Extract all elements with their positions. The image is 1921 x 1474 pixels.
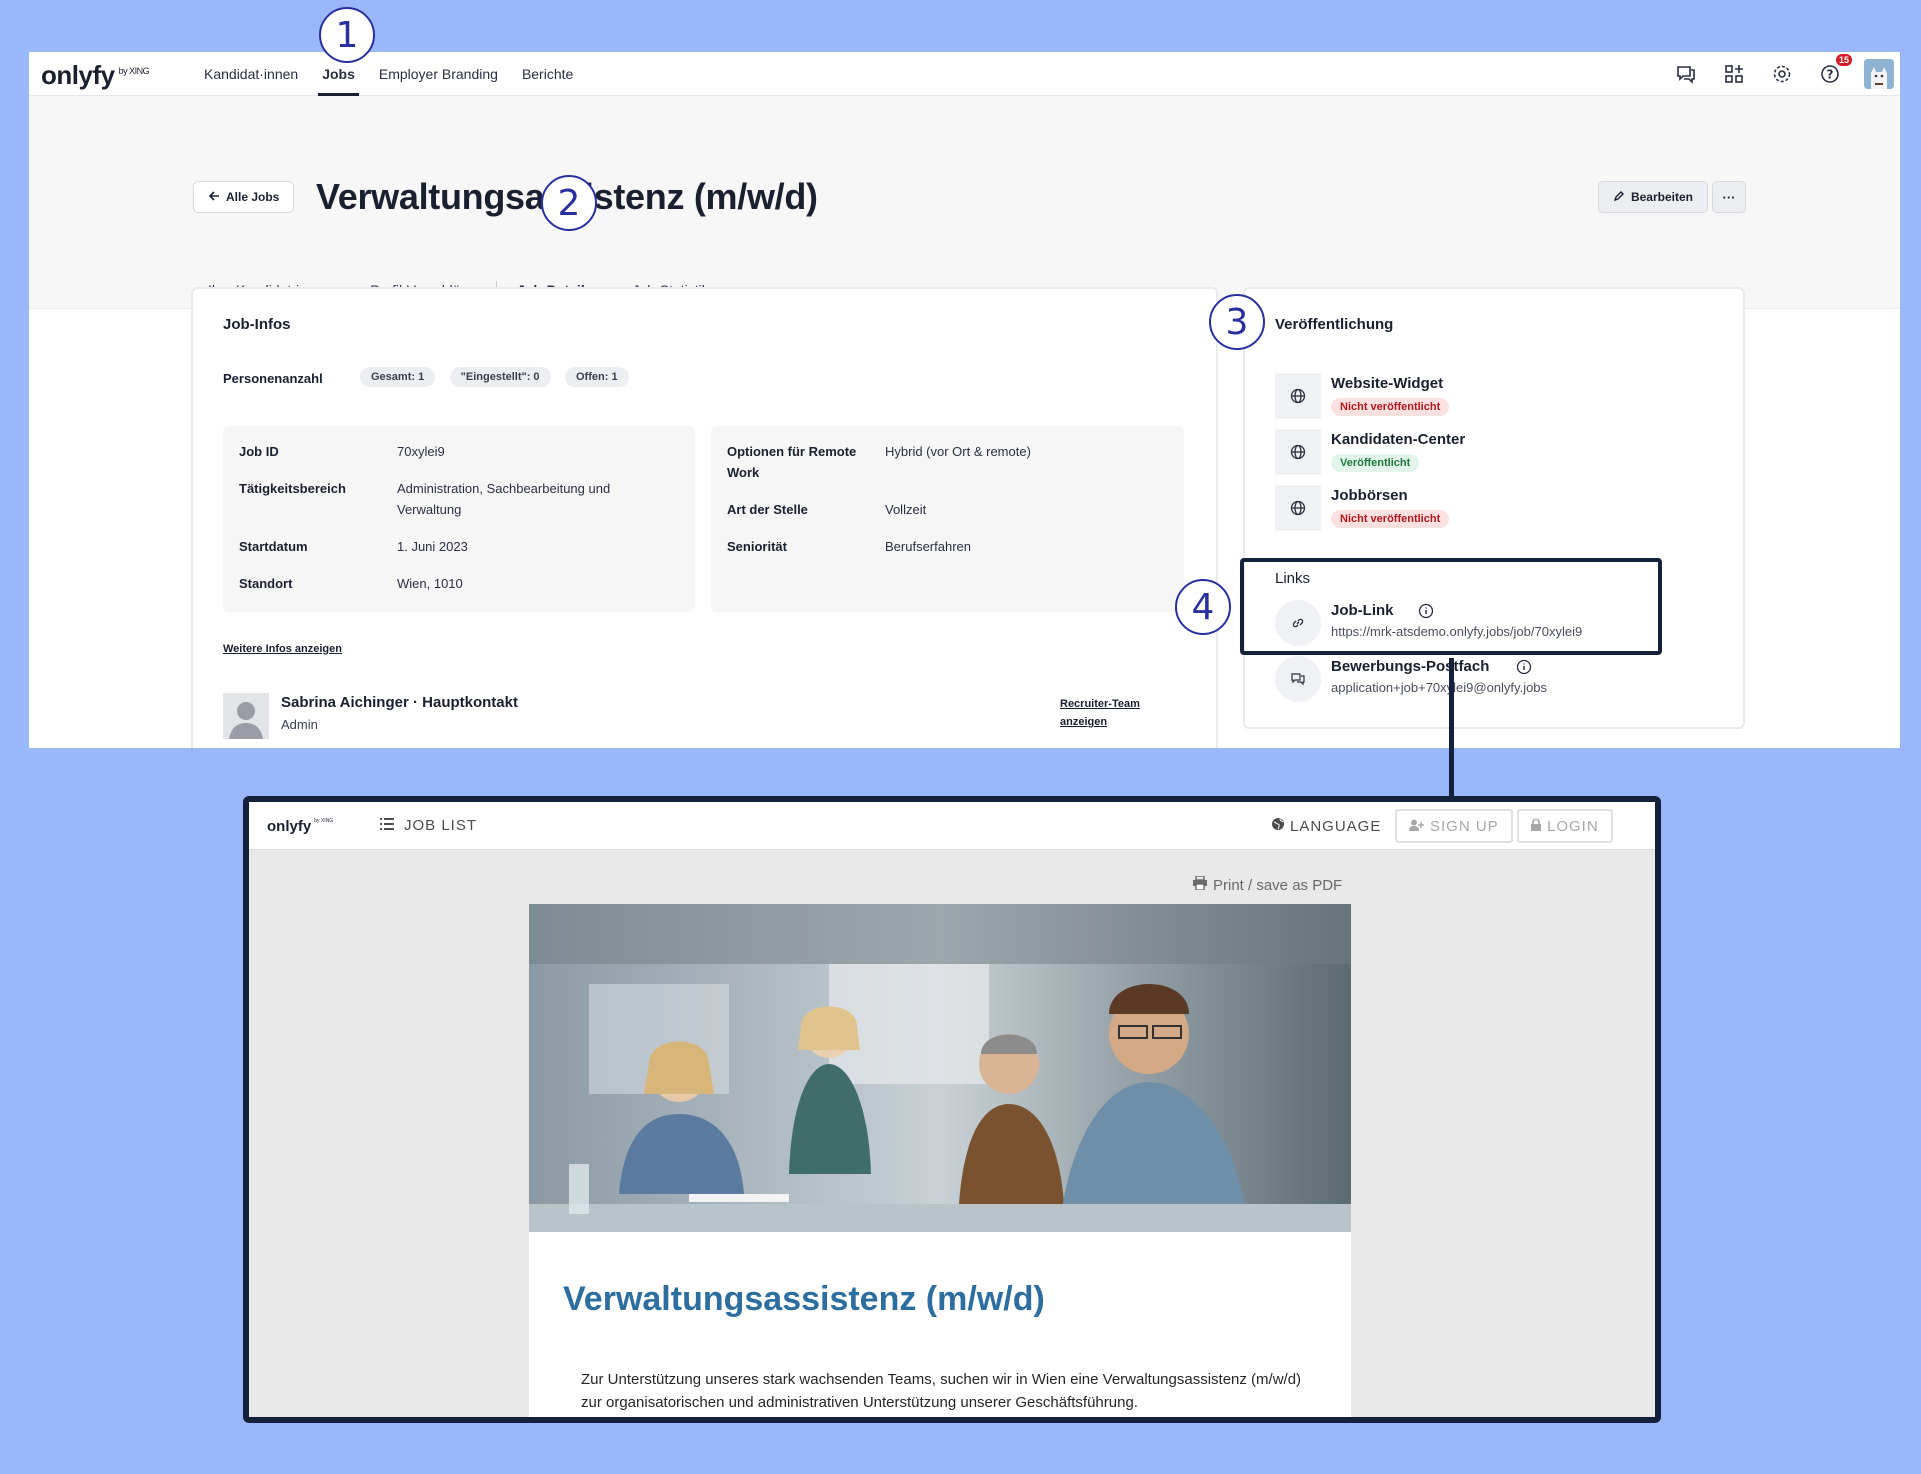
job-info-box-right: Optionen für Remote Work Hybrid (vor Ort… <box>711 426 1184 612</box>
job-infos-card: Job-Infos Personenanzahl Gesamt: 1 "Eing… <box>191 287 1218 748</box>
main-nav: Kandidat·innen Jobs Employer Branding Be… <box>204 52 597 96</box>
pub-label: Website-Widget <box>1331 375 1444 392</box>
postfach-email[interactable]: application+job+70xylei9@onlyfy.jobs <box>1331 680 1547 695</box>
user-plus-icon <box>1409 818 1424 835</box>
globe-icon <box>1275 373 1321 419</box>
edit-button-label: Bearbeiten <box>1630 190 1693 204</box>
bewerbungs-postfach-item[interactable]: Bewerbungs-Postfach application+job+70xy… <box>1275 656 1715 702</box>
arrow-left-icon <box>208 190 220 205</box>
svg-text:?: ? <box>1827 68 1834 82</box>
help-icon[interactable]: ? 15 <box>1816 54 1852 88</box>
language-label: LANGUAGE <box>1290 817 1382 835</box>
job-page-title: Verwaltungsassistenz (m/w/d) <box>563 1280 1045 1318</box>
row-key: Standort <box>239 576 293 591</box>
callout-2: 2 <box>541 175 597 231</box>
chat-icon[interactable] <box>1672 60 1700 88</box>
notification-badge: 15 <box>1835 54 1852 66</box>
info-icon[interactable] <box>1516 659 1532 680</box>
callout-3: 3 <box>1209 294 1265 350</box>
globe-icon <box>1271 817 1285 835</box>
status-badge: Veröffentlicht <box>1331 454 1420 472</box>
row-value: Administration, Sachbearbeitung und Verw… <box>397 481 611 517</box>
pub-label: Jobbörsen <box>1331 487 1408 504</box>
nav-kandidatinnen[interactable]: Kandidat·innen <box>204 52 298 96</box>
printer-icon <box>1192 875 1208 894</box>
status-badge: Nicht veröffentlicht <box>1331 398 1450 416</box>
job-info-box-left: Job ID 70xylei9 Tätigkeitsbereich Admini… <box>223 426 695 612</box>
sign-up-button[interactable]: SIGN UP <box>1395 809 1513 843</box>
nav-berichte[interactable]: Berichte <box>522 52 573 96</box>
print-link[interactable]: Print / save as PDF <box>1192 875 1343 894</box>
team-photo <box>529 904 1351 1232</box>
job-page-navbar: onlyfy by XING JOB LIST LANGUAGE SIGN UP … <box>249 802 1655 850</box>
pill-offen: Offen: 1 <box>565 367 629 387</box>
gear-icon[interactable] <box>1768 60 1796 88</box>
row-key: Art der Stelle <box>727 502 808 517</box>
publication-heading: Veröffentlichung <box>1275 316 1394 333</box>
row-key: Startdatum <box>239 539 308 554</box>
publication-card: Veröffentlichung Website-Widget Nicht ve… <box>1243 287 1745 729</box>
top-icons: ? 15 <box>1672 52 1900 96</box>
pill-gesamt: Gesamt: 1 <box>360 367 436 387</box>
row-value: 70xylei9 <box>397 444 445 459</box>
personen-pills: Gesamt: 1 "Eingestellt": 0 Offen: 1 <box>360 367 639 387</box>
row-value: Hybrid (vor Ort & remote) <box>885 444 1031 459</box>
lock-icon <box>1531 817 1541 835</box>
callout-1: 1 <box>319 7 375 63</box>
row-key: Seniorität <box>727 539 787 554</box>
login-label: LOGIN <box>1547 817 1599 835</box>
callout-4: 4 <box>1175 579 1231 635</box>
pill-eingestellt: "Eingestellt": 0 <box>449 367 551 387</box>
chat-icon <box>1275 656 1321 702</box>
contact-avatar <box>223 693 269 739</box>
pub-label: Kandidaten-Center <box>1331 431 1466 448</box>
row-value: 1. Juni 2023 <box>397 539 468 554</box>
globe-icon <box>1275 485 1321 531</box>
contact-name: Sabrina Aichinger · Hauptkontakt <box>281 694 518 711</box>
back-button-label: Alle Jobs <box>226 190 280 204</box>
job-list-label: JOB LIST <box>404 817 478 834</box>
contact-role: Admin <box>281 717 318 732</box>
edit-button[interactable]: Bearbeiten <box>1597 181 1708 213</box>
more-info-link[interactable]: Weitere Infos anzeigen <box>223 643 342 655</box>
recruiter-team-link[interactable]: Recruiter-Team anzeigen <box>1060 695 1160 731</box>
pub-label: Bewerbungs-Postfach <box>1331 658 1490 675</box>
job-header: Alle Jobs Verwaltungsassistenz (m/w/d) B… <box>29 96 1900 309</box>
row-key: Tätigkeitsbereich <box>239 481 346 496</box>
language-selector[interactable]: LANGUAGE <box>1271 817 1381 835</box>
row-value: Wien, 1010 <box>397 576 463 591</box>
connector-line <box>1449 658 1454 796</box>
more-options-button[interactable]: ··· <box>1712 181 1746 213</box>
pencil-icon <box>1613 190 1625 205</box>
job-infos-heading: Job-Infos <box>223 316 291 333</box>
row-key: Optionen für Remote Work <box>727 444 857 480</box>
nav-employer-branding[interactable]: Employer Branding <box>379 52 498 96</box>
job-list-link[interactable]: JOB LIST <box>380 817 477 834</box>
row-key: Job ID <box>239 444 279 459</box>
job-description-card: Verwaltungsassistenz (m/w/d) Zur Unterst… <box>529 1232 1351 1417</box>
list-icon <box>380 817 394 834</box>
top-navigation: onlyfy by XING Kandidat·innen Jobs Employ… <box>29 52 1900 96</box>
job-link-highlight <box>1240 558 1662 655</box>
job-page-logo[interactable]: onlyfy by XING <box>267 818 333 835</box>
row-value: Vollzeit <box>885 502 927 517</box>
personen-label: Personenanzahl <box>223 371 323 386</box>
print-label: Print / save as PDF <box>1213 876 1343 894</box>
onlyfy-logo[interactable]: onlyfy by XING <box>41 60 150 91</box>
sign-up-label: SIGN UP <box>1430 817 1499 835</box>
avatar[interactable] <box>1864 59 1894 89</box>
login-button[interactable]: LOGIN <box>1517 809 1613 843</box>
job-intro-text: Zur Unterstützung unseres stark wachsend… <box>581 1371 1302 1411</box>
job-page-screenshot: onlyfy by XING JOB LIST LANGUAGE SIGN UP … <box>243 796 1661 1423</box>
status-badge: Nicht veröffentlicht <box>1331 510 1450 528</box>
back-to-jobs-button[interactable]: Alle Jobs <box>193 181 295 213</box>
row-value: Berufserfahren <box>885 539 971 554</box>
widgets-icon[interactable] <box>1720 60 1748 88</box>
globe-icon <box>1275 429 1321 475</box>
